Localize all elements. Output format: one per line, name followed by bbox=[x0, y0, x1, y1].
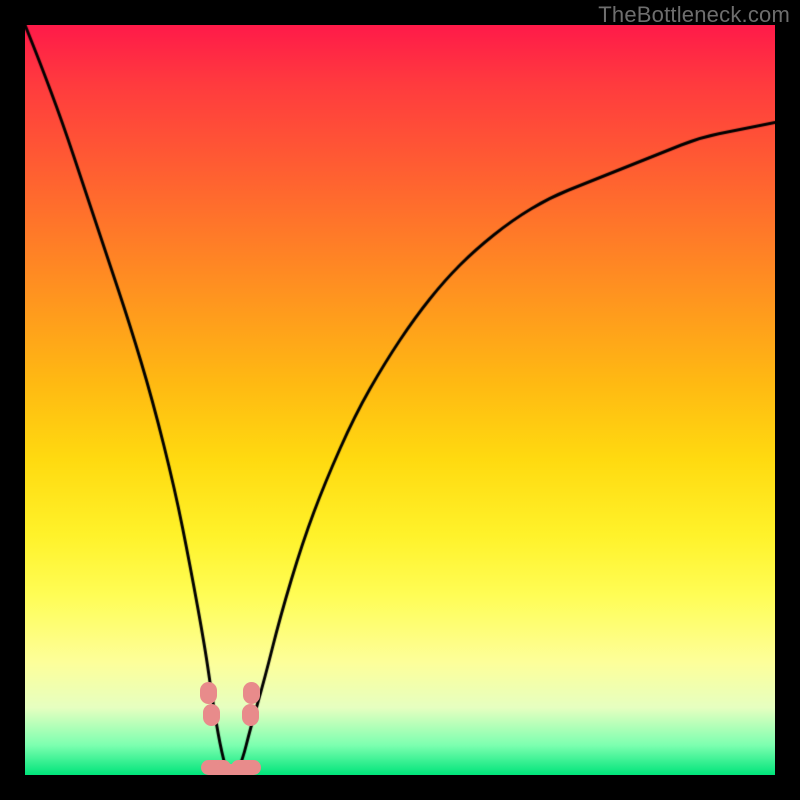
marker-trough-right bbox=[231, 760, 261, 775]
plot-area bbox=[25, 25, 775, 775]
bottleneck-curve bbox=[25, 25, 775, 775]
marker-right-shoulder-bottom bbox=[242, 704, 259, 726]
marker-left-shoulder-bottom bbox=[203, 704, 220, 726]
marker-left-shoulder-top bbox=[200, 682, 217, 704]
watermark-text: TheBottleneck.com bbox=[598, 2, 790, 28]
marker-right-shoulder-top bbox=[243, 682, 260, 704]
outer-frame: TheBottleneck.com bbox=[0, 0, 800, 800]
